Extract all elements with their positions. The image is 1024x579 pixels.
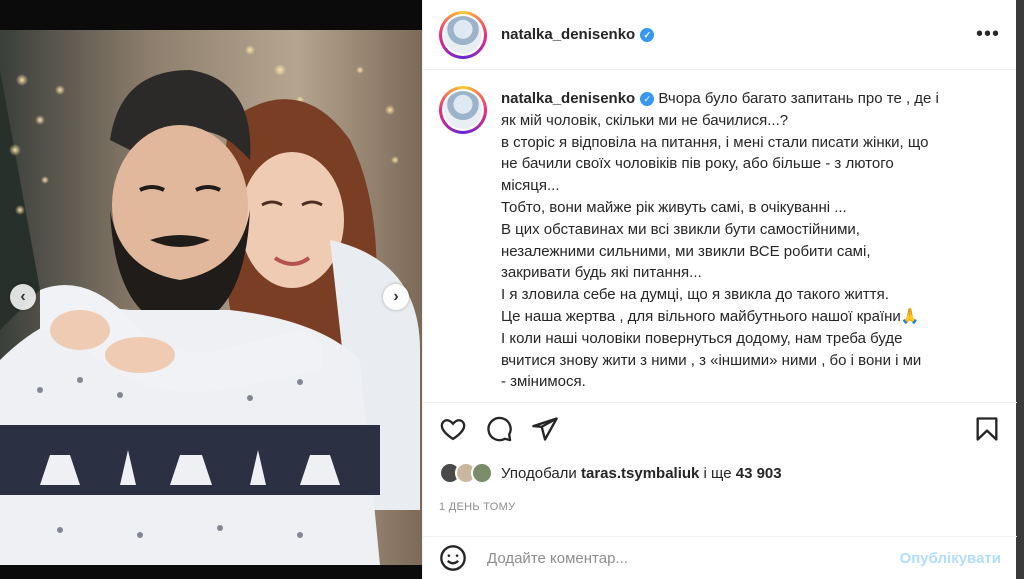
- caption-author-avatar[interactable]: [439, 86, 487, 134]
- likes-count[interactable]: 43 903: [736, 465, 782, 482]
- post-image: [0, 30, 422, 565]
- author-username[interactable]: natalka_denisenko ✓: [501, 26, 655, 43]
- likes-and-more: і ще: [703, 464, 732, 482]
- caption-line-text: В цих обставинах ми всі звикли бути само…: [501, 220, 860, 238]
- caption-area: natalka_denisenko ✓ Вчора було багато зап…: [423, 70, 1016, 397]
- post-photo: ‹ ›: [0, 0, 422, 579]
- liker-avatar[interactable]: [471, 462, 493, 484]
- more-options-icon[interactable]: •••: [976, 23, 1000, 46]
- caption-line-text: в сторіс я відповіла на питання, і мені …: [501, 133, 929, 151]
- caption-line-text: вчитися знову жити з ними , з «іншими» н…: [501, 351, 922, 369]
- caption-line: І я зловила себе на думці, що я звикла д…: [501, 284, 1000, 306]
- post-modal: ‹ › natalka_denisenko ✓ ••• natalka_denis…: [0, 0, 1017, 579]
- avatar-image: [444, 15, 482, 54]
- post-caption: natalka_denisenko ✓ Вчора було багато зап…: [501, 88, 1000, 397]
- verified-badge-icon: ✓: [640, 28, 655, 42]
- comment-icon[interactable]: [485, 415, 513, 443]
- comment-bar: Опублікувати: [423, 536, 1017, 579]
- caption-line-text: не бачили своїх чоловіків пів року, або …: [501, 155, 894, 173]
- caption-line-text: як мій чоловік, скільки ми не бачилися..…: [501, 111, 789, 129]
- next-photo-button[interactable]: ›: [383, 284, 409, 310]
- caption-line: - змінимося.: [501, 371, 1000, 393]
- caption-line-text: закривати будь які питання...: [501, 264, 702, 282]
- caption-line-text: Тобто, вони майже рік живуть самі, в очі…: [501, 198, 847, 216]
- caption-line: незалежними сильними, ми звикли ВСЕ роби…: [501, 241, 1000, 263]
- caption-line-text: Вчора було багато запитань про те , де і: [658, 90, 939, 107]
- caption-line-text: І коли наші чоловіки повернуться додому,…: [501, 329, 903, 347]
- liker-username[interactable]: taras.tsymbaliuk: [581, 465, 699, 482]
- caption-line: natalka_denisenko ✓ Вчора було багато зап…: [501, 88, 1000, 110]
- likes-summary: Уподобали taras.tsymbaliuk і ще 43 903: [439, 462, 782, 484]
- likes-prefix: Уподобали: [501, 464, 577, 482]
- post-actions: [423, 402, 1017, 454]
- couple-photo-illustration: [0, 30, 422, 565]
- chevron-left-icon: ‹: [20, 288, 26, 305]
- caption-line: не бачили своїх чоловіків пів року, або …: [501, 153, 1000, 175]
- caption-line: закривати будь які питання...: [501, 262, 1000, 284]
- publish-comment-button[interactable]: Опублікувати: [900, 550, 1001, 567]
- caption-line: Тобто, вони майже рік живуть самі, в очі…: [501, 197, 1000, 219]
- caption-line: І коли наші чоловіки повернуться додому,…: [501, 328, 1000, 350]
- caption-line: в сторіс я відповіла на питання, і мені …: [501, 132, 1000, 154]
- caption-line: як мій чоловік, скільки ми не бачилися..…: [501, 110, 1000, 132]
- chevron-right-icon: ›: [393, 288, 399, 305]
- photo-letterbox-top: [0, 0, 422, 30]
- page-scrollbar[interactable]: [1016, 0, 1024, 579]
- author-username-text[interactable]: natalka_denisenko: [501, 26, 635, 43]
- post-details-panel: natalka_denisenko ✓ ••• natalka_denisenko…: [422, 0, 1017, 579]
- photo-letterbox-bottom: [0, 565, 422, 579]
- caption-line-text: - змінимося.: [501, 373, 586, 391]
- liker-avatars: [439, 462, 493, 484]
- bookmark-icon[interactable]: [973, 415, 1001, 443]
- post-header: natalka_denisenko ✓ •••: [423, 0, 1016, 70]
- caption-line-text: незалежними сильними, ми звикли ВСЕ роби…: [501, 242, 871, 260]
- post-timestamp[interactable]: 1 ДЕНЬ ТОМУ: [439, 501, 515, 513]
- verified-badge-icon: ✓: [640, 92, 655, 106]
- caption-username[interactable]: natalka_denisenko: [501, 90, 635, 107]
- emoji-icon[interactable]: [439, 544, 467, 572]
- caption-line: місяця...: [501, 175, 1000, 197]
- caption-line-text: місяця...: [501, 177, 560, 195]
- share-icon[interactable]: [531, 415, 559, 443]
- caption-line-text: Це наша жертва , для вільного майбутньог…: [501, 307, 920, 325]
- caption-line: Це наша жертва , для вільного майбутньог…: [501, 306, 1000, 328]
- heart-icon[interactable]: [439, 415, 467, 443]
- caption-line: вчитися знову жити з ними , з «іншими» н…: [501, 350, 1000, 372]
- caption-line: В цих обставинах ми всі звикли бути само…: [501, 219, 1000, 241]
- comment-input[interactable]: [487, 549, 867, 567]
- author-avatar[interactable]: [439, 10, 487, 59]
- avatar-image: [444, 91, 482, 129]
- previous-photo-button[interactable]: ‹: [10, 284, 36, 310]
- caption-line-text: І я зловила себе на думці, що я звикла д…: [501, 286, 889, 304]
- caption-text: natalka_denisenko ✓ Вчора було багато зап…: [501, 88, 1000, 393]
